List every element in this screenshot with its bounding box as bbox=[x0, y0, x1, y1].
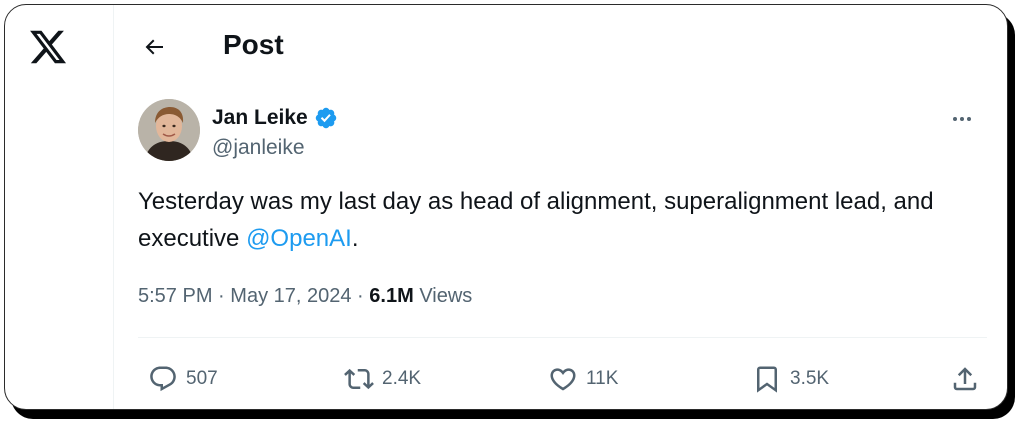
arrow-left-icon bbox=[145, 39, 163, 55]
post-date[interactable]: May 17, 2024 bbox=[230, 285, 351, 307]
meta-separator: · bbox=[218, 285, 225, 307]
bookmark-button[interactable]: 3.5K bbox=[752, 359, 829, 399]
heart-icon bbox=[550, 368, 576, 391]
left-nav-rail bbox=[5, 5, 114, 409]
x-logo-icon[interactable] bbox=[27, 27, 69, 67]
more-options-button[interactable] bbox=[945, 105, 979, 133]
mention-link[interactable]: @OpenAI bbox=[246, 225, 352, 252]
like-button[interactable]: 11K bbox=[548, 359, 618, 399]
reply-count: 507 bbox=[186, 368, 218, 389]
post-card: Post Jan Leike @janleike Yesterday was m… bbox=[4, 4, 1008, 410]
bookmark-count: 3.5K bbox=[790, 368, 830, 389]
back-button[interactable] bbox=[134, 27, 174, 67]
post-text-end: . bbox=[351, 225, 359, 252]
share-icon bbox=[953, 367, 977, 391]
divider bbox=[138, 337, 987, 338]
verified-badge-icon bbox=[315, 107, 336, 129]
avatar-image bbox=[138, 99, 200, 161]
post-meta: 5:57 PM · May 17, 2024 · 6.1M Views bbox=[138, 285, 472, 308]
reply-icon bbox=[150, 366, 176, 392]
like-count: 11K bbox=[586, 368, 619, 389]
views-count: 6.1M bbox=[369, 285, 414, 307]
author-block: Jan Leike @janleike bbox=[212, 105, 338, 160]
post-text: Yesterday was my last day as head of ali… bbox=[138, 183, 988, 257]
bookmark-icon bbox=[757, 366, 777, 393]
meta-separator: · bbox=[357, 285, 364, 307]
post-time[interactable]: 5:57 PM bbox=[138, 285, 212, 307]
action-bar: 507 2.4K 11K 3.5K bbox=[138, 359, 987, 399]
post-header: Post bbox=[114, 5, 1007, 85]
views-label: Views bbox=[419, 285, 473, 307]
author-name[interactable]: Jan Leike bbox=[212, 106, 308, 130]
more-horizontal-icon bbox=[953, 117, 971, 121]
reply-button[interactable]: 507 bbox=[148, 359, 218, 399]
author-handle[interactable]: @janleike bbox=[212, 136, 338, 160]
page-title: Post bbox=[223, 29, 284, 60]
repost-count: 2.4K bbox=[382, 368, 422, 389]
avatar[interactable] bbox=[138, 99, 200, 161]
repost-button[interactable]: 2.4K bbox=[344, 359, 421, 399]
repost-icon bbox=[344, 368, 374, 390]
share-button[interactable] bbox=[950, 359, 980, 399]
